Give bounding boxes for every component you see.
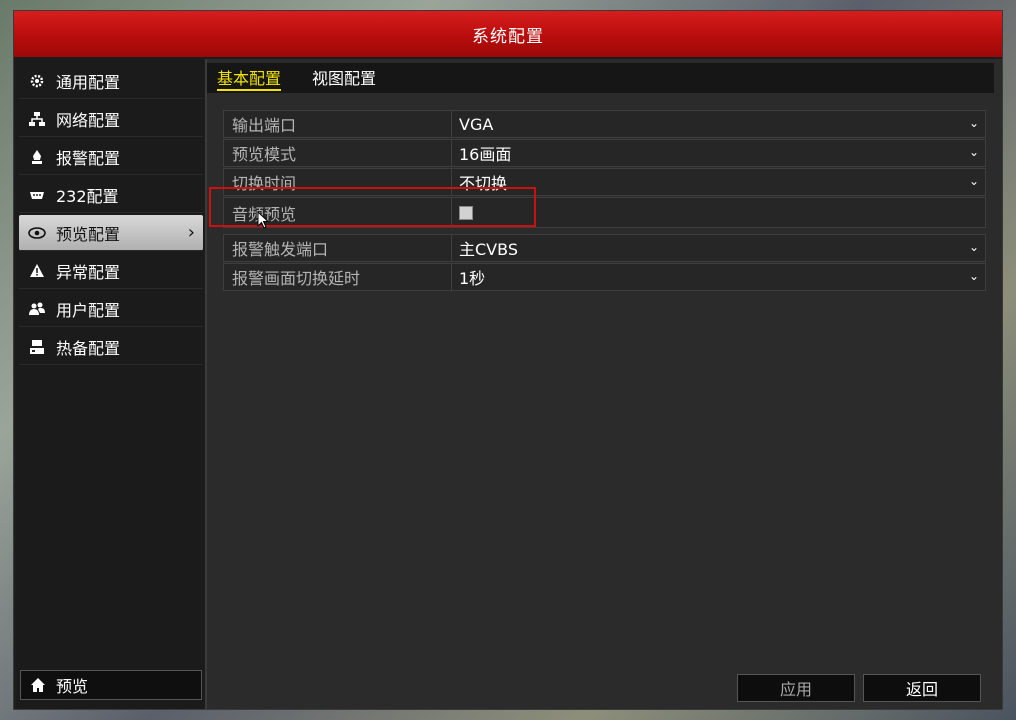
sidebar-item-label: 用户配置 bbox=[56, 300, 121, 320]
tab-bar: 基本配置 视图配置 bbox=[207, 63, 994, 93]
sidebar-item-exception[interactable]: 异常配置 bbox=[19, 253, 203, 289]
chevron-down-icon: ⌄ bbox=[968, 174, 979, 188]
setting-label: 报警触发端口 bbox=[224, 235, 452, 261]
setting-value: 1秒 bbox=[459, 269, 486, 288]
alarm-icon bbox=[28, 148, 46, 166]
sidebar: 通用配置 网络配置 报警配置 232配置 预览配置 › 异常配置 用户配置 热备… bbox=[16, 59, 204, 709]
sidebar-item-general[interactable]: 通用配置 bbox=[19, 63, 203, 99]
serial-port-icon bbox=[28, 186, 46, 204]
alarm-trigger-port-select[interactable]: 主CVBS ⌄ bbox=[452, 235, 985, 261]
sidebar-item-label: 232配置 bbox=[56, 186, 119, 206]
audio-preview-cell bbox=[452, 198, 985, 227]
gear-icon bbox=[28, 72, 46, 90]
setting-value: 主CVBS bbox=[459, 240, 518, 259]
setting-label: 预览模式 bbox=[224, 140, 452, 166]
apply-button[interactable]: 应用 bbox=[737, 674, 855, 702]
setting-label: 报警画面切换延时 bbox=[224, 264, 452, 290]
chevron-down-icon: ⌄ bbox=[968, 116, 979, 130]
chevron-down-icon: ⌄ bbox=[968, 145, 979, 159]
live-preview-button[interactable]: 预览 bbox=[20, 670, 202, 700]
window-title: 系统配置 bbox=[14, 11, 1002, 57]
sidebar-item-network[interactable]: 网络配置 bbox=[19, 101, 203, 137]
chevron-down-icon: ⌄ bbox=[968, 240, 979, 254]
hot-spare-icon bbox=[28, 338, 46, 356]
sidebar-item-232[interactable]: 232配置 bbox=[19, 177, 203, 213]
setting-value: VGA bbox=[459, 114, 494, 134]
settings-row-output-port: 输出端口 VGA ⌄ bbox=[223, 110, 986, 138]
sidebar-item-alarm[interactable]: 报警配置 bbox=[19, 139, 203, 175]
chevron-down-icon: ⌄ bbox=[968, 269, 979, 283]
sidebar-item-label: 预览配置 bbox=[56, 224, 121, 244]
tab-basic-config[interactable]: 基本配置 bbox=[217, 65, 282, 91]
settings-row-preview-mode: 预览模式 16画面 ⌄ bbox=[223, 139, 986, 167]
setting-value: 16画面 bbox=[459, 145, 512, 164]
warning-icon bbox=[28, 262, 46, 280]
settings-row-alarm-trigger-port: 报警触发端口 主CVBS ⌄ bbox=[223, 234, 986, 262]
live-preview-label: 预览 bbox=[56, 677, 89, 696]
sidebar-item-hot-spare[interactable]: 热备配置 bbox=[19, 329, 203, 365]
window-title-text: 系统配置 bbox=[472, 26, 544, 47]
users-icon bbox=[28, 300, 46, 318]
sidebar-item-user[interactable]: 用户配置 bbox=[19, 291, 203, 327]
network-icon bbox=[28, 110, 46, 128]
system-config-window: 系统配置 通用配置 网络配置 报警配置 232配置 预览配置 › 异常配置 用户… bbox=[13, 10, 1003, 710]
settings-row-audio-preview: 音频预览 bbox=[223, 197, 986, 228]
back-button[interactable]: 返回 bbox=[863, 674, 981, 702]
sidebar-item-label: 通用配置 bbox=[56, 72, 121, 92]
sidebar-item-label: 热备配置 bbox=[56, 338, 121, 358]
switch-time-select[interactable]: 不切换 ⌄ bbox=[452, 169, 985, 195]
settings-row-switch-time: 切换时间 不切换 ⌄ bbox=[223, 168, 986, 196]
mouse-cursor-icon bbox=[257, 210, 270, 233]
sidebar-item-label: 网络配置 bbox=[56, 110, 121, 130]
sidebar-item-label: 异常配置 bbox=[56, 262, 121, 282]
tab-view-config[interactable]: 视图配置 bbox=[312, 65, 376, 89]
chevron-right-icon: › bbox=[187, 222, 195, 243]
setting-label: 切换时间 bbox=[224, 169, 452, 195]
main-content: 基本配置 视图配置 输出端口 VGA ⌄ 预览模式 16画面 ⌄ 切换时间 不切… bbox=[207, 59, 1002, 709]
eye-icon bbox=[28, 224, 46, 242]
sidebar-item-preview-config[interactable]: 预览配置 › bbox=[19, 215, 203, 251]
output-port-select[interactable]: VGA ⌄ bbox=[452, 111, 985, 137]
sidebar-item-label: 报警配置 bbox=[56, 148, 121, 168]
alarm-switch-delay-select[interactable]: 1秒 ⌄ bbox=[452, 264, 985, 290]
audio-preview-checkbox[interactable] bbox=[459, 205, 473, 220]
setting-label: 输出端口 bbox=[224, 111, 452, 137]
home-icon bbox=[30, 677, 46, 693]
settings-row-alarm-switch-delay: 报警画面切换延时 1秒 ⌄ bbox=[223, 263, 986, 291]
setting-value: 不切换 bbox=[459, 174, 508, 193]
preview-mode-select[interactable]: 16画面 ⌄ bbox=[452, 140, 985, 166]
